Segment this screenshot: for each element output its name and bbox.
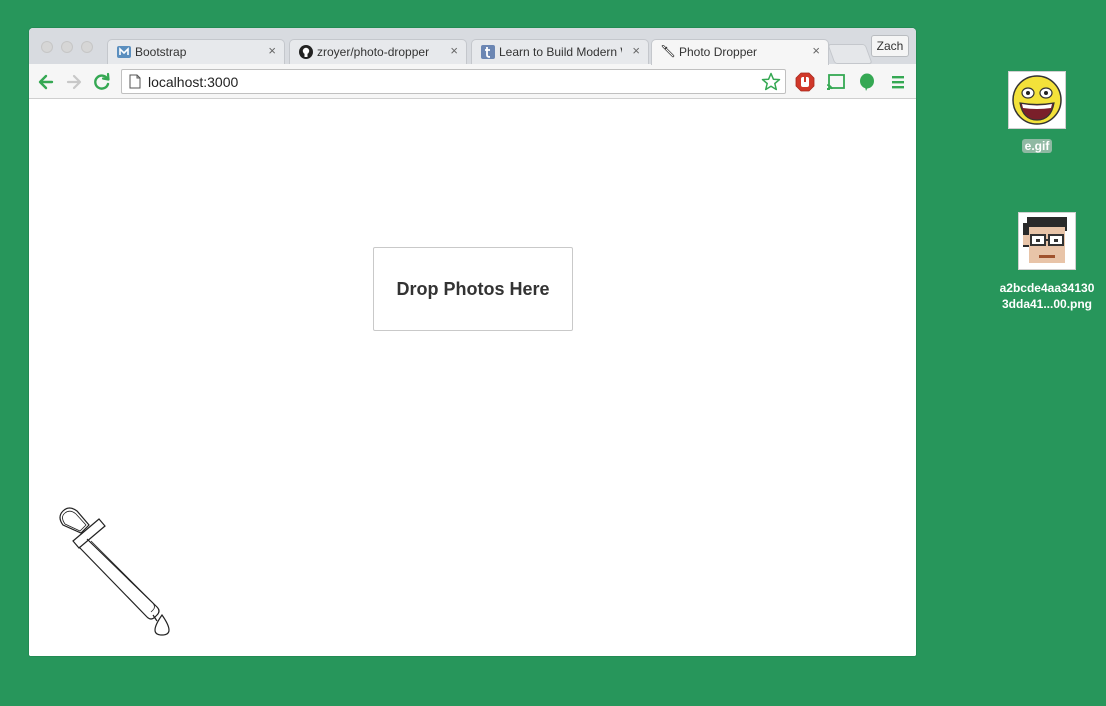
bookmark-star-icon[interactable] [760,71,782,93]
tab-tumblr[interactable]: Learn to Build Modern W × [471,39,649,64]
awesome-smiley-face-icon [1012,75,1062,125]
tab-photo-dropper[interactable]: Photo Dropper × [651,39,829,65]
tab-title: Bootstrap [135,45,187,59]
tab-github[interactable]: zroyer/photo-dropper × [289,39,467,64]
page-icon [129,74,141,89]
file-label: e.gif [1008,138,1066,154]
github-favicon-icon [299,45,313,59]
close-window-button[interactable] [41,41,53,53]
tumblr-favicon-icon [481,45,495,59]
tab-bootstrap[interactable]: Bootstrap × [107,39,285,64]
close-tab-icon[interactable]: × [268,44,276,58]
forward-arrow-icon[interactable] [64,72,84,92]
close-tab-icon[interactable]: × [632,44,640,58]
back-arrow-icon[interactable] [36,72,56,92]
profile-button[interactable]: Zach [871,35,909,57]
eyedropper-illustration-icon [59,507,170,636]
menu-hamburger-icon[interactable] [888,72,908,92]
bootstrap-favicon-icon [117,46,131,58]
evernote-extension-icon[interactable] [857,72,877,92]
browser-toolbar: localhost:3000 [29,64,916,99]
adblock-extension-icon[interactable] [795,72,815,92]
desktop-file-png[interactable]: a2bcde4aa34130 3dda41...00.png [990,212,1104,312]
dropper-favicon-icon [661,45,675,58]
tab-title: zroyer/photo-dropper [317,45,430,59]
cast-icon[interactable] [826,72,846,92]
pixel-avatar-glasses-icon [1019,213,1075,269]
tab-strip: Bootstrap × zroyer/photo-dropper × Learn… [29,28,916,65]
close-tab-icon[interactable]: × [450,44,458,58]
browser-window: Bootstrap × zroyer/photo-dropper × Learn… [29,28,916,656]
new-tab-button[interactable] [827,44,873,64]
page-content: Drop Photos Here [29,99,916,656]
zoom-window-button[interactable] [81,41,93,53]
file-thumbnail [1018,212,1076,270]
tab-title: Learn to Build Modern W [499,45,622,59]
desktop-file-e-gif[interactable]: e.gif [1008,71,1066,161]
minimize-window-button[interactable] [61,41,73,53]
close-tab-icon[interactable]: × [812,44,820,58]
drop-zone-label: Drop Photos Here [396,278,550,299]
file-label: a2bcde4aa34130 3dda41...00.png [999,281,1095,311]
address-bar[interactable]: localhost:3000 [121,69,786,94]
reload-icon[interactable] [92,72,112,92]
tab-title: Photo Dropper [679,45,758,59]
file-thumbnail [1008,71,1066,129]
url-text: localhost:3000 [148,74,239,90]
photo-drop-zone[interactable]: Drop Photos Here [373,247,573,331]
